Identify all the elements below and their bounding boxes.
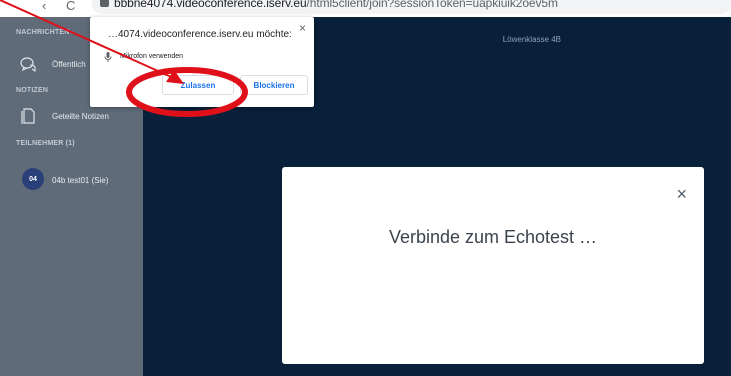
reload-icon[interactable]: C: [66, 0, 75, 14]
participant-item[interactable]: 04 04b test01 (Sie): [0, 164, 143, 194]
echo-test-message: Verbinde zum Echotest …: [388, 227, 598, 247]
section-title-participants: TEILNEHMER (1): [16, 140, 75, 147]
popup-title: …4074.videoconference.iserv.eu möchte:: [108, 29, 292, 40]
close-icon[interactable]: ×: [299, 21, 306, 35]
section-title-messages: NACHRICHTEN: [16, 29, 70, 36]
permission-popup: …4074.videoconference.iserv.eu möchte: ×…: [90, 17, 314, 107]
lock-icon[interactable]: [100, 0, 109, 7]
avatar: 04: [22, 168, 44, 190]
section-title-notes: NOTIZEN: [16, 87, 49, 94]
url-path: /html5client/join?sessionToken=uapkiuik2…: [306, 0, 558, 10]
url-text[interactable]: bbbne4074.videoconference.iserv.eu/html5…: [114, 0, 558, 10]
microphone-icon: [104, 52, 112, 62]
sidebar-item-label: Öffentlich: [52, 60, 86, 69]
permission-text: Mikrofon verwenden: [120, 53, 184, 60]
browser-toolbar: ‹ C bbbne4074.videoconference.iserv.eu/h…: [0, 0, 731, 17]
notes-icon: [21, 108, 35, 124]
chat-bubbles-icon: [20, 57, 36, 72]
echo-test-modal: × Verbinde zum Echotest …: [282, 167, 704, 364]
participant-name: 04b test01 (Sie): [52, 176, 109, 185]
block-button[interactable]: Blockieren: [240, 75, 308, 95]
close-icon[interactable]: ×: [676, 185, 687, 203]
url-host: bbbne4074.videoconference.iserv.eu: [114, 0, 307, 10]
back-icon[interactable]: ‹: [42, 0, 46, 14]
allow-button[interactable]: Zulassen: [162, 75, 234, 95]
sidebar-item-label: Geteilte Notizen: [52, 112, 109, 121]
